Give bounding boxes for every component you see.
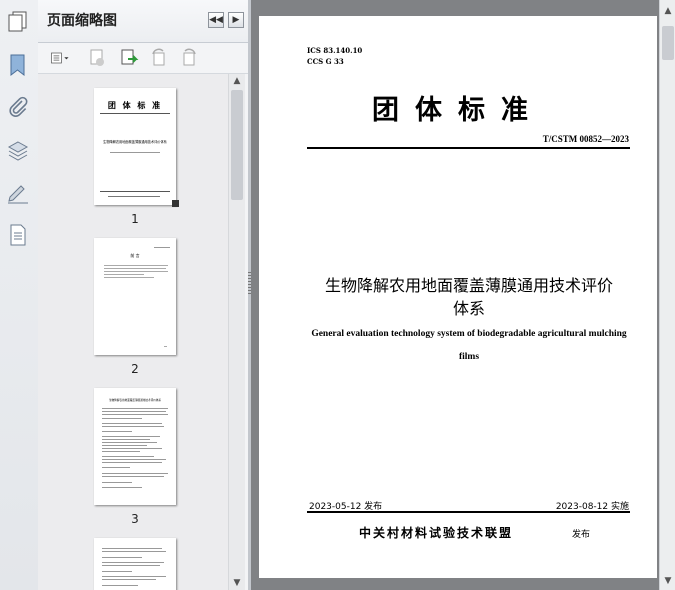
- content-document-icon[interactable]: [5, 222, 31, 248]
- thumb-page-number: 1: [131, 212, 139, 226]
- delete-page-icon[interactable]: [86, 47, 108, 69]
- thumbnail-resize-handle[interactable]: [172, 200, 179, 207]
- rotate-cw-icon[interactable]: [178, 47, 200, 69]
- thumb-page-number: 3: [131, 512, 139, 526]
- thumb1-heading: 生物降解农用地面覆盖薄膜通用技术评价体系: [103, 140, 167, 144]
- chinese-title-line-1: 生物降解农用地面覆盖薄膜通用技术评价: [324, 276, 613, 295]
- page-thumbnail-1[interactable]: 团 体 标 准 生物降解农用地面覆盖薄膜通用技术评价体系: [94, 88, 176, 205]
- doc-scroll-up-arrow-icon[interactable]: ▲: [660, 4, 675, 18]
- thumb1-title: 团 体 标 准: [107, 101, 163, 110]
- standard-number: T/CSTM 00852—2023: [542, 134, 629, 144]
- collapse-panel-icon[interactable]: ◀◀: [208, 12, 224, 28]
- thumbnail-panel: 页面缩略图 ◀◀ ▶ 团 体 标 准 生物降解农用地面覆盖薄膜通用技术评价体系: [38, 0, 248, 590]
- options-menu-icon[interactable]: [46, 47, 74, 69]
- expand-panel-icon[interactable]: ▶: [228, 12, 244, 28]
- page-thumbnail-4[interactable]: [94, 538, 176, 590]
- thumbnail-scrollbar[interactable]: ▲ ▼: [228, 74, 245, 590]
- layers-icon[interactable]: [5, 138, 31, 164]
- document-scrollbar[interactable]: ▲ ▼: [659, 0, 675, 590]
- bookmarks-icon[interactable]: [5, 52, 31, 78]
- document-scrollbar-thumb[interactable]: [662, 26, 674, 60]
- organization-release-label: 发布: [572, 530, 591, 540]
- thumb3-title: 生物降解农用地面覆盖薄膜通用技术评价体系: [109, 399, 161, 402]
- english-title-line-1: General evaluation technology system of …: [311, 329, 627, 339]
- standard-type-title: 团体标准: [372, 95, 544, 126]
- page-thumbnail-3[interactable]: 生物降解农用地面覆盖薄膜通用技术评价体系: [94, 388, 176, 505]
- ics-code: ICS 83.140.10: [307, 46, 363, 55]
- attachments-paperclip-icon[interactable]: [5, 94, 31, 120]
- chinese-title: 生物降解农用地面覆盖薄膜通用技术评价 体系: [299, 274, 639, 320]
- english-title-line-2: films: [458, 352, 480, 362]
- thumbnail-toolbar: [38, 43, 248, 74]
- insert-pages-icon[interactable]: [118, 47, 140, 69]
- scroll-down-arrow-icon[interactable]: ▼: [229, 576, 245, 590]
- panel-header: 页面缩略图 ◀◀ ▶: [38, 0, 248, 43]
- signatures-pen-icon[interactable]: [5, 180, 31, 206]
- footer-rule: [307, 511, 630, 513]
- english-title: General evaluation technology system of …: [299, 323, 639, 369]
- page-thumbnail-2[interactable]: 前 言: [94, 238, 176, 355]
- thumbnail-scrollbar-thumb[interactable]: [231, 90, 243, 200]
- thumb2-title: 前 言: [130, 253, 140, 258]
- panel-title: 页面缩略图: [47, 13, 117, 29]
- thumbnail-list: 团 体 标 准 生物降解农用地面覆盖薄膜通用技术评价体系 1 前 言 2 生物降…: [38, 74, 228, 590]
- rotate-ccw-icon[interactable]: [148, 47, 170, 69]
- chinese-title-line-2: 体系: [452, 299, 485, 318]
- document-page: ICS 83.140.10 CCS G 33 团体标准 T/CSTM 00852…: [259, 16, 657, 578]
- document-viewer: ICS 83.140.10 CCS G 33 团体标准 T/CSTM 00852…: [251, 0, 659, 590]
- header-rule: [307, 147, 630, 149]
- thumb-page-number: 2: [131, 362, 139, 376]
- scroll-up-arrow-icon[interactable]: ▲: [229, 74, 245, 88]
- publishing-organization: 中关村材料试验技术联盟: [359, 526, 514, 540]
- page-thumbnails-icon[interactable]: [5, 8, 31, 34]
- ccs-code: CCS G 33: [307, 57, 344, 66]
- doc-scroll-down-arrow-icon[interactable]: ▼: [660, 574, 675, 588]
- navigation-rail: [0, 0, 39, 590]
